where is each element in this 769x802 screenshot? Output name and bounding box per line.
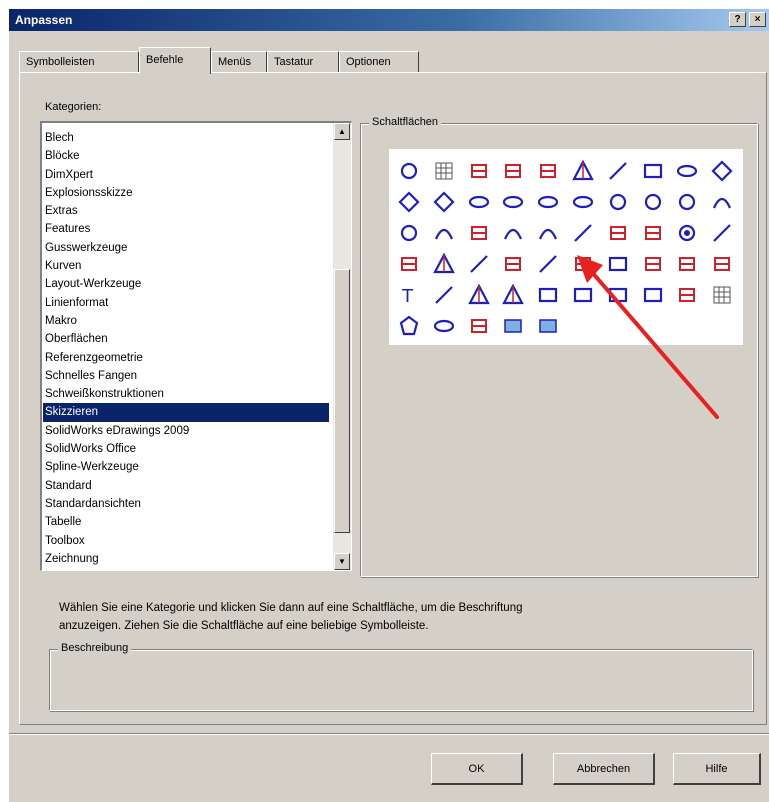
parallelogram-outline-icon[interactable] bbox=[428, 186, 460, 218]
category-item[interactable]: Schnelles Fangen bbox=[43, 367, 329, 385]
modify-sketch-icon[interactable] bbox=[463, 310, 495, 342]
construction-geometry-icon[interactable] bbox=[637, 217, 669, 249]
categories-listbox[interactable]: Blech Blöcke DimXpert Explosionsskizze Extra… bbox=[40, 121, 352, 571]
ok-button[interactable]: OK bbox=[431, 753, 523, 785]
category-item[interactable]: Explosionsskizze bbox=[43, 184, 329, 202]
offset-entities-icon[interactable] bbox=[602, 217, 634, 249]
convert-entities-icon[interactable] bbox=[393, 248, 425, 280]
linear-pattern-icon[interactable] bbox=[463, 248, 495, 280]
sketch-icon[interactable] bbox=[497, 155, 529, 187]
category-item[interactable]: Gusswerkzeuge bbox=[43, 239, 329, 257]
window-title: Anpassen bbox=[15, 13, 73, 27]
close-button[interactable]: × bbox=[749, 12, 766, 27]
instruction-line-2: anzuzeigen. Ziehen Sie die Schaltfläche … bbox=[59, 620, 429, 632]
pen-icon[interactable] bbox=[428, 279, 460, 311]
parabola-icon[interactable] bbox=[497, 217, 529, 249]
category-item[interactable]: DimXpert bbox=[43, 166, 329, 184]
categories-list: Blech Blöcke DimXpert Explosionsskizze Extra… bbox=[43, 129, 329, 568]
trim-icon[interactable] bbox=[497, 248, 529, 280]
scroll-thumb[interactable] bbox=[334, 269, 350, 533]
description-group: Beschreibung bbox=[49, 642, 753, 711]
category-item[interactable]: Schweißkonstruktionen bbox=[43, 385, 329, 403]
category-item[interactable]: SolidWorks Office bbox=[43, 440, 329, 458]
sketch-picture-icon[interactable] bbox=[497, 310, 529, 342]
three-point-arc-icon[interactable] bbox=[393, 217, 425, 249]
category-item[interactable]: Toolbox bbox=[43, 532, 329, 550]
tab-optionen[interactable]: Optionen bbox=[339, 51, 419, 73]
svg-text:T: T bbox=[401, 286, 414, 307]
ellipse-icon[interactable] bbox=[532, 186, 564, 218]
tab-befehle[interactable]: Befehle bbox=[139, 47, 211, 74]
scroll-up-button[interactable]: ▲ bbox=[334, 123, 350, 140]
spline-icon[interactable] bbox=[567, 217, 599, 249]
sketch-chamfer-icon[interactable] bbox=[463, 217, 495, 249]
category-item[interactable]: Extras bbox=[43, 202, 329, 220]
buttons-group-label: Schaltflächen bbox=[369, 116, 442, 128]
scroll-down-button[interactable]: ▼ bbox=[334, 553, 350, 570]
category-item[interactable]: Standardansichten bbox=[43, 495, 329, 513]
ellipse-outline-icon[interactable] bbox=[428, 310, 460, 342]
footer-separator bbox=[9, 733, 769, 735]
help-dialog-button[interactable]: Hilfe bbox=[673, 753, 761, 785]
smart-dimension-icon[interactable] bbox=[463, 155, 495, 187]
centerpoint-arc-icon[interactable] bbox=[671, 186, 703, 218]
cancel-button[interactable]: Abbrechen bbox=[553, 753, 655, 785]
category-item[interactable]: Layout-Werkzeuge bbox=[43, 275, 329, 293]
sketch-fillet-icon[interactable] bbox=[428, 217, 460, 249]
category-item[interactable]: Spline-Werkzeuge bbox=[43, 458, 329, 476]
tab-symbolleisten[interactable]: Symbolleisten bbox=[19, 51, 139, 73]
category-item[interactable]: Features bbox=[43, 220, 329, 238]
block-icon[interactable] bbox=[532, 279, 564, 311]
category-item[interactable]: Makro bbox=[43, 312, 329, 330]
customize-dialog: Anpassen ? × Symbolleisten Befehle Menüs… bbox=[8, 8, 769, 802]
text-icon[interactable]: T bbox=[393, 279, 425, 311]
instruction-text: Wählen Sie eine Kategorie und klicken Si… bbox=[59, 599, 759, 635]
intersection-curve-icon[interactable] bbox=[463, 279, 495, 311]
tab-menus[interactable]: Menüs bbox=[211, 51, 267, 73]
category-item[interactable]: Skizzieren bbox=[43, 403, 329, 422]
category-item[interactable]: Zeichnung bbox=[43, 550, 329, 568]
category-item[interactable]: Blech bbox=[43, 129, 329, 147]
tab-tastatur[interactable]: Tastatur bbox=[267, 51, 339, 73]
perimeter-circle-icon[interactable] bbox=[637, 186, 669, 218]
3d-sketch-icon[interactable] bbox=[532, 155, 564, 187]
category-item[interactable]: Referenzgeometrie bbox=[43, 349, 329, 367]
category-item[interactable]: Linienformat bbox=[43, 294, 329, 312]
diamond-icon[interactable] bbox=[706, 155, 738, 187]
centerline-icon[interactable] bbox=[706, 217, 738, 249]
circle-icon[interactable] bbox=[602, 186, 634, 218]
category-item[interactable]: Kurven bbox=[43, 257, 329, 275]
line-icon[interactable] bbox=[602, 155, 634, 187]
tangent-arc-icon[interactable] bbox=[706, 186, 738, 218]
rounded-slot-icon[interactable] bbox=[671, 155, 703, 187]
rectangle-icon[interactable] bbox=[637, 155, 669, 187]
arc-slot-icon[interactable] bbox=[497, 186, 529, 218]
description-group-label: Beschreibung bbox=[58, 642, 132, 654]
face-curves-icon[interactable] bbox=[497, 279, 529, 311]
point-icon[interactable] bbox=[671, 217, 703, 249]
category-item[interactable]: Standard bbox=[43, 477, 329, 495]
polygon-icon[interactable] bbox=[393, 310, 425, 342]
parallelogram-icon[interactable] bbox=[393, 186, 425, 218]
u-shape-icon[interactable] bbox=[532, 217, 564, 249]
categories-scrollbar[interactable]: ▲ ▼ bbox=[333, 123, 351, 570]
extend-icon[interactable] bbox=[532, 248, 564, 280]
ruled-surface-icon[interactable] bbox=[567, 155, 599, 187]
annotation-arrow bbox=[577, 255, 719, 419]
help-button[interactable]: ? bbox=[729, 12, 746, 27]
straight-slot-icon[interactable] bbox=[463, 186, 495, 218]
grid-icon[interactable] bbox=[428, 155, 460, 187]
category-item[interactable]: Tabelle bbox=[43, 513, 329, 531]
partial-ellipse-icon[interactable] bbox=[567, 186, 599, 218]
category-item[interactable]: SolidWorks eDrawings 2009 bbox=[43, 422, 329, 440]
title-bar[interactable]: Anpassen ? × bbox=[9, 9, 769, 31]
pointer-icon[interactable] bbox=[393, 155, 425, 187]
categories-label: Kategorien: bbox=[45, 101, 102, 113]
image-icon[interactable] bbox=[532, 310, 564, 342]
mirror-icon[interactable] bbox=[428, 248, 460, 280]
category-item[interactable]: Blöcke bbox=[43, 147, 329, 165]
category-item[interactable]: Oberflächen bbox=[43, 330, 329, 348]
instruction-line-1: Wählen Sie eine Kategorie und klicken Si… bbox=[59, 602, 523, 614]
